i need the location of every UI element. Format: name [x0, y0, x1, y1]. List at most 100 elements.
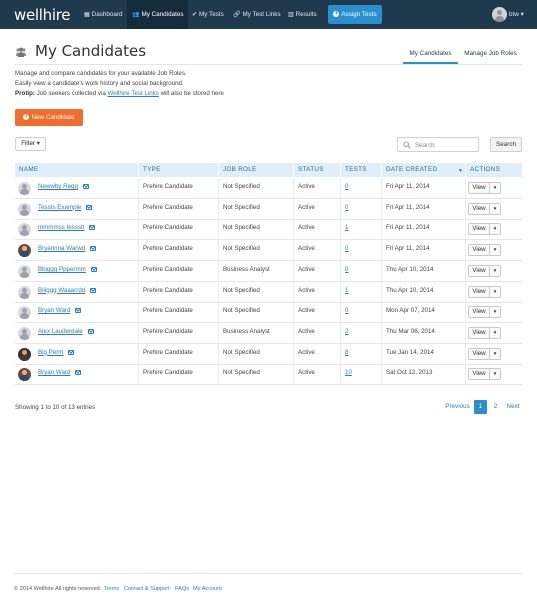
view-button[interactable]: View	[469, 348, 490, 359]
nav-my-test-links[interactable]: 🔗 My Test Links	[233, 0, 281, 29]
column-header-status[interactable]: Status	[293, 163, 340, 177]
pagination-page-1[interactable]: 1	[474, 400, 487, 414]
caret-down-icon: ▾	[36, 140, 40, 147]
search-icon	[403, 141, 411, 149]
column-header-job-role[interactable]: Job Role	[218, 163, 293, 177]
column-header-tests[interactable]: Tests	[340, 163, 381, 177]
envelope-icon[interactable]	[86, 204, 92, 210]
view-button[interactable]: View	[469, 307, 490, 318]
cell-type-text: Prehire Candidate	[143, 183, 193, 190]
footer-link-contact-support[interactable]: Contact & Support	[124, 586, 170, 592]
cell-type-text: Prehire Candidate	[143, 348, 193, 356]
caret-down-icon[interactable]: ▼	[490, 224, 500, 234]
envelope-icon[interactable]	[91, 266, 97, 272]
candidate-name-link[interactable]: Alex Lauderdale	[38, 323, 83, 341]
view-button-group: View ▼	[468, 347, 501, 360]
tests-count-link[interactable]: 1	[345, 224, 348, 231]
view-button[interactable]: View	[469, 369, 490, 380]
candidate-name-link[interactable]: mmmmss tessstt	[38, 219, 84, 237]
cell-status-text: Active	[298, 245, 315, 253]
envelope-icon[interactable]	[83, 184, 89, 189]
search-button[interactable]: Search	[490, 137, 522, 152]
view-button[interactable]: View	[469, 203, 490, 214]
envelope-icon[interactable]	[75, 370, 81, 376]
tests-count-link[interactable]: 1	[345, 287, 348, 294]
view-button[interactable]: View	[469, 224, 490, 235]
candidate-name-link[interactable]: Big Perm	[38, 344, 63, 362]
tests-count-link[interactable]: 0	[345, 245, 348, 252]
tests-count-link[interactable]: 0	[345, 183, 348, 190]
envelope-icon[interactable]	[75, 308, 81, 314]
view-button-group: View ▼	[468, 285, 501, 298]
caret-down-icon[interactable]: ▼	[490, 328, 500, 338]
pagination-next[interactable]: Next	[503, 400, 523, 414]
footer-link-faqs[interactable]: FAQs	[175, 586, 189, 592]
tests-count-link[interactable]: 0	[345, 266, 348, 273]
view-button-group: View ▼	[468, 202, 501, 215]
brand-logo[interactable]: wellhire	[14, 6, 70, 24]
view-button[interactable]: View	[469, 286, 490, 297]
tests-count-link[interactable]: 0	[345, 204, 348, 211]
caret-down-icon[interactable]: ▼	[490, 204, 500, 214]
new-candidate-button[interactable]: + New Candidate	[15, 109, 83, 126]
envelope-icon[interactable]	[88, 328, 94, 334]
envelope-icon[interactable]	[68, 349, 74, 355]
view-button[interactable]: View	[469, 265, 490, 276]
caret-down-icon[interactable]: ▼	[490, 183, 500, 193]
candidate-name-link[interactable]: Bryannna Warwd	[38, 240, 85, 258]
tests-count-link[interactable]: 8	[345, 349, 348, 356]
cell-tests: 1	[340, 219, 381, 240]
filter-button[interactable]: Filter ▾	[15, 137, 46, 151]
footer-link-my-account[interactable]: My Account	[193, 586, 222, 592]
candidate-avatar	[18, 306, 31, 320]
users-icon: 👥	[132, 12, 140, 18]
search-input[interactable]	[415, 140, 475, 150]
candidate-name-link[interactable]: Bryan Ward	[38, 302, 70, 320]
dashboard-icon: ▦	[84, 12, 90, 18]
envelope-icon[interactable]	[90, 287, 96, 293]
nav-my-candidates[interactable]: 👥 My Candidates	[127, 0, 189, 29]
candidate-avatar	[18, 368, 31, 382]
pagination-previous[interactable]: Previous	[443, 400, 472, 414]
caret-down-icon[interactable]: ▼	[490, 245, 500, 255]
nav-results[interactable]: ▥ Results	[288, 0, 317, 29]
nav-my-tests[interactable]: ✔ My Tests	[192, 0, 224, 29]
view-button[interactable]: View	[469, 327, 490, 338]
tests-count-link[interactable]: 10	[345, 369, 352, 376]
caret-down-icon[interactable]: ▼	[490, 307, 500, 317]
candidate-name-link[interactable]: Bryan Ward	[38, 364, 70, 382]
caret-down-icon[interactable]: ▼	[490, 287, 500, 297]
envelope-icon[interactable]	[89, 225, 95, 231]
column-header-date-created[interactable]: Date Created	[381, 163, 465, 177]
caret-down-icon[interactable]: ▼	[490, 349, 500, 359]
footer-link-terms[interactable]: Terms	[104, 586, 119, 592]
wellhire-test-links-link[interactable]: Wellhire Test Links	[108, 90, 159, 97]
plus-icon: +	[333, 11, 340, 18]
view-button[interactable]: View	[469, 245, 490, 256]
tab-my-candidates[interactable]: My Candidates	[403, 48, 458, 64]
cell-type-text: Prehire Candidate	[143, 286, 193, 294]
tests-count-link[interactable]: 0	[345, 307, 348, 314]
envelope-icon[interactable]	[90, 246, 96, 252]
caret-down-icon[interactable]: ▼	[490, 266, 500, 276]
cell-type: Prehire Candidate	[138, 260, 218, 281]
tab-manage-job-roles[interactable]: Manage Job Roles	[462, 48, 519, 64]
column-header-type[interactable]: Type	[138, 163, 218, 177]
column-header-name[interactable]: Name	[15, 163, 138, 177]
caret-down-icon[interactable]: ▼	[490, 369, 500, 379]
tests-count-link[interactable]: 2	[345, 328, 348, 335]
candidate-avatar	[18, 244, 31, 258]
pagination-page-2[interactable]: 2	[489, 400, 502, 414]
table-row: Bryan Ward Prehire Candidate Not Specified…	[15, 364, 522, 386]
candidate-name-link[interactable]: Tessts Example	[38, 199, 81, 217]
assign-tests-button[interactable]: + Assign Tests	[328, 5, 382, 24]
nav-dashboard[interactable]: ▦ Dashboard	[84, 0, 122, 29]
sort-desc-icon: ▼	[458, 168, 463, 174]
view-button[interactable]: View	[469, 183, 490, 193]
link-icon: 🔗	[233, 12, 241, 18]
candidate-name-link[interactable]: Bbiggg Pppermm	[38, 261, 86, 279]
search-field[interactable]	[397, 137, 479, 152]
entries-info: Showing 1 to 10 of 13 entries	[15, 404, 96, 411]
candidate-name-link[interactable]: Biiiggg Waaarrdd	[38, 282, 85, 300]
candidate-name-link[interactable]: Newwby Regg	[38, 178, 78, 196]
